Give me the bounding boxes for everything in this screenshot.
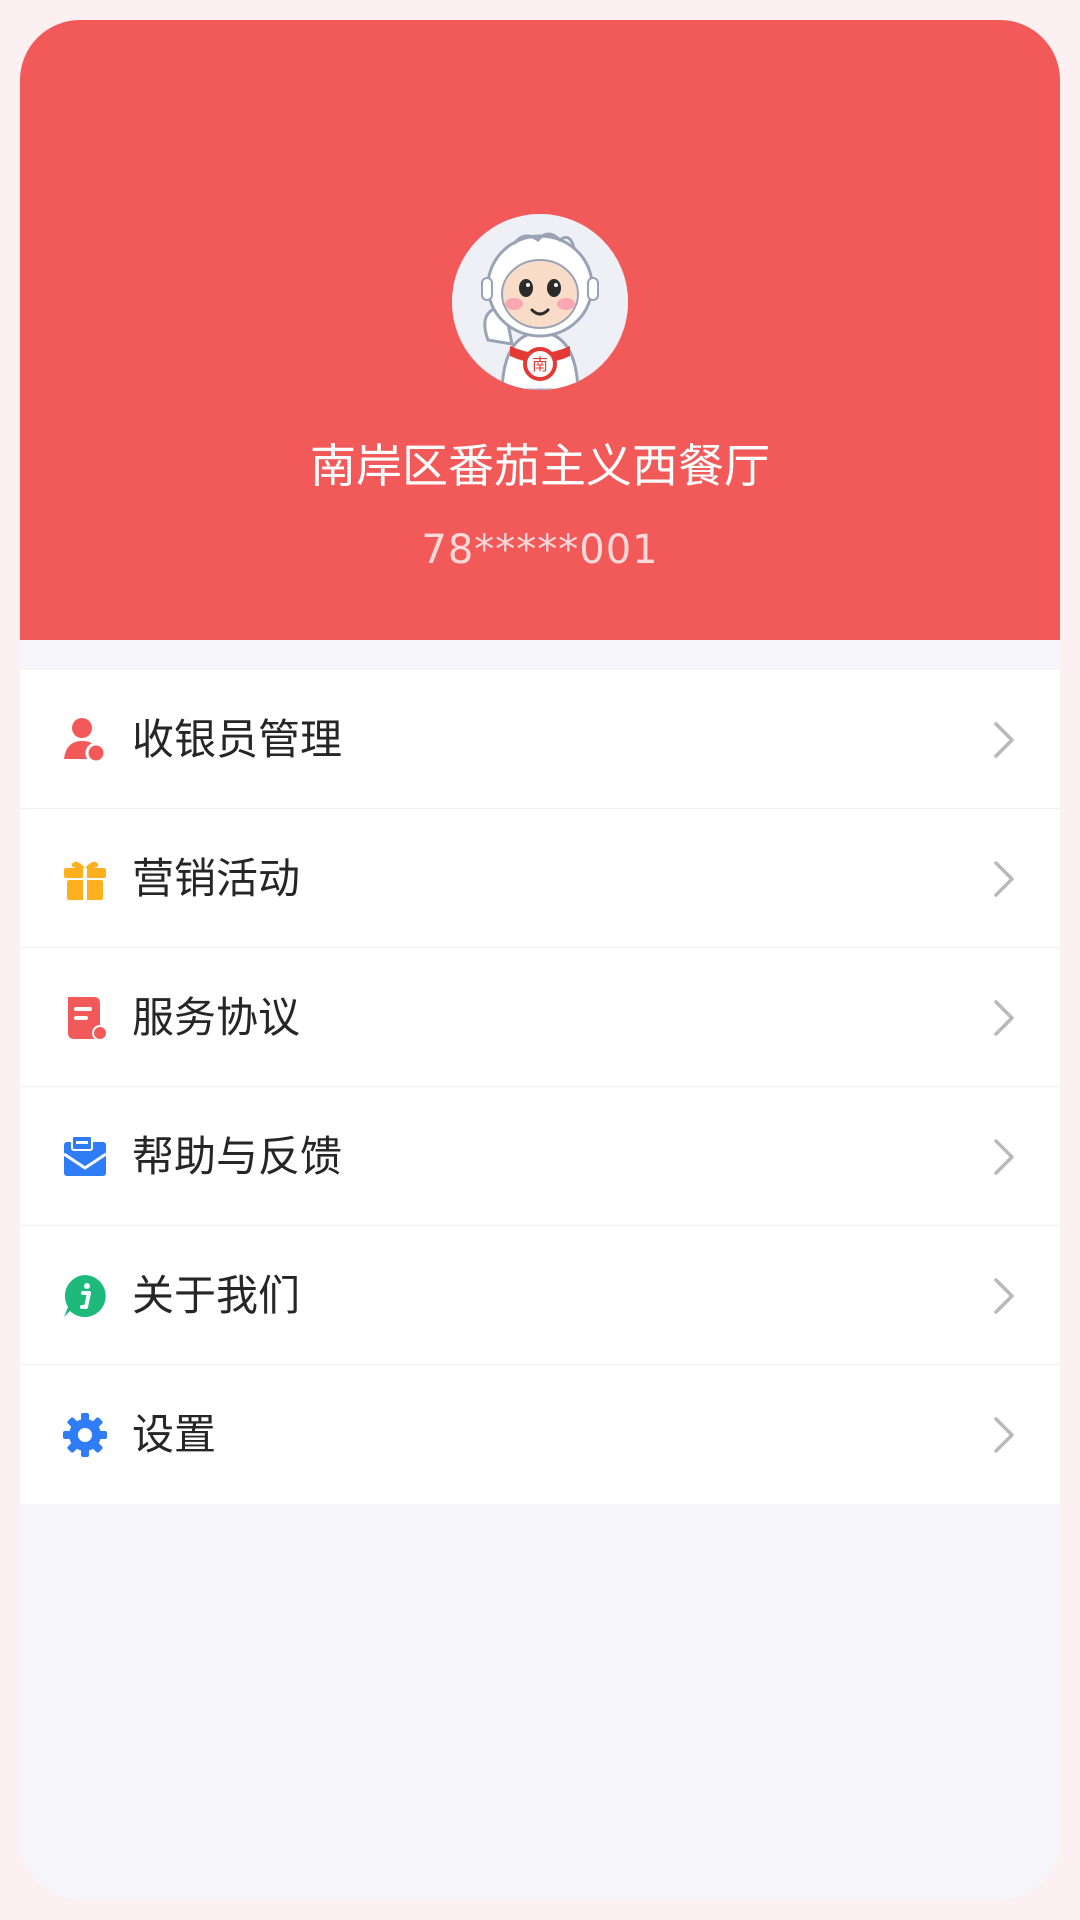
menu-item-marketing[interactable]: 营销活动 xyxy=(20,809,1060,948)
svg-text:南: 南 xyxy=(532,355,548,374)
info-icon xyxy=(62,1273,108,1319)
menu-item-label: 服务协议 xyxy=(132,993,301,1042)
profile-header: 南 南岸区番茄主义西餐厅 78*****001 xyxy=(20,20,1060,640)
agreement-doc-icon xyxy=(62,995,108,1041)
chevron-right-icon xyxy=(984,998,1024,1038)
cashier-user-icon xyxy=(62,717,108,763)
menu-item-cashier-management[interactable]: 收银员管理 xyxy=(20,670,1060,809)
menu-item-service-agreement[interactable]: 服务协议 xyxy=(20,948,1060,1087)
mascot-avatar-icon: 南 xyxy=(452,214,628,390)
menu-item-label: 收银员管理 xyxy=(132,715,343,764)
menu-item-label: 帮助与反馈 xyxy=(132,1132,343,1181)
chevron-right-icon xyxy=(984,1137,1024,1177)
chevron-right-icon xyxy=(984,1276,1024,1316)
account-number: 78*****001 xyxy=(421,527,659,573)
menu-item-label: 设置 xyxy=(132,1410,217,1459)
mail-feedback-icon xyxy=(62,1134,108,1180)
menu-item-label: 关于我们 xyxy=(132,1271,301,1320)
chevron-right-icon xyxy=(984,720,1024,760)
menu-item-label: 营销活动 xyxy=(132,854,301,903)
gift-icon xyxy=(62,856,108,902)
chevron-right-icon xyxy=(984,859,1024,899)
profile-screen: 南 南岸区番茄主义西餐厅 78*****001 收银员管理 营销活动 服务协议 … xyxy=(20,20,1060,1900)
menu-item-help-feedback[interactable]: 帮助与反馈 xyxy=(20,1087,1060,1226)
menu-item-about-us[interactable]: 关于我们 xyxy=(20,1226,1060,1365)
avatar[interactable]: 南 xyxy=(452,214,628,390)
chevron-right-icon xyxy=(984,1415,1024,1455)
gear-icon xyxy=(62,1412,108,1458)
store-name: 南岸区番茄主义西餐厅 xyxy=(310,439,770,493)
settings-menu: 收银员管理 营销活动 服务协议 帮助与反馈 关于我们 设置 xyxy=(20,670,1060,1504)
menu-item-settings[interactable]: 设置 xyxy=(20,1365,1060,1504)
